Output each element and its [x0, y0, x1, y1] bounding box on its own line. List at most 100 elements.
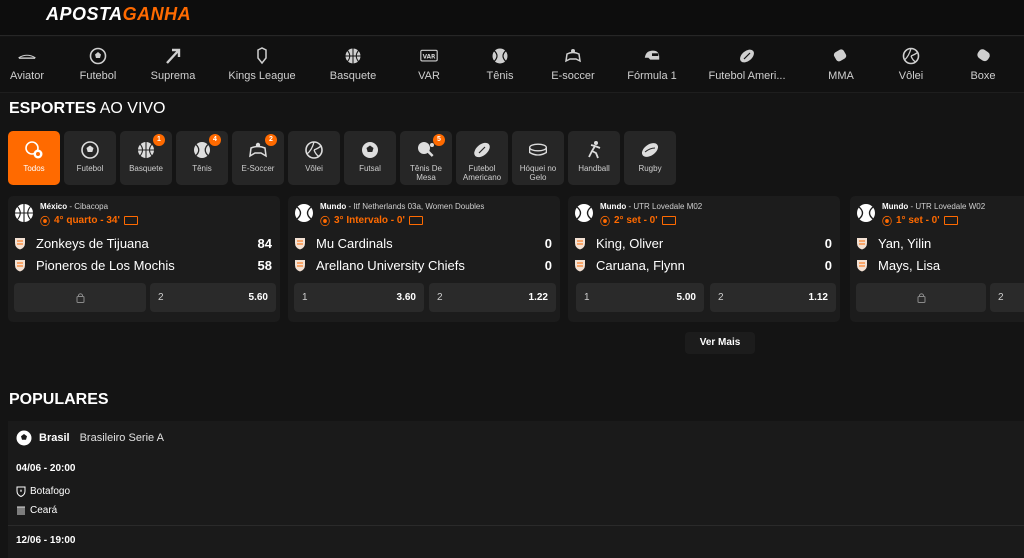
var-icon: VAR: [420, 47, 438, 65]
live-indicator-icon: ⦿: [882, 217, 892, 228]
live-stream-icon[interactable]: [123, 216, 138, 225]
odd-button[interactable]: 2 1.22: [429, 283, 556, 312]
chip-tenis-de-mesa[interactable]: Tênis De Mesa 5: [400, 131, 452, 185]
match-league: Mundo - UTR Lovedale W02: [882, 202, 986, 211]
nav-item-formula-1[interactable]: Fórmula 1: [624, 37, 680, 93]
chip-handball[interactable]: Handball: [568, 131, 620, 185]
basketball-icon: [15, 204, 33, 222]
live-count-badge: 2: [265, 134, 277, 146]
american-football-icon: [472, 140, 492, 160]
lock-icon: [917, 293, 925, 303]
chip-volei[interactable]: Vôlei: [288, 131, 340, 185]
team-shield-icon: [857, 259, 867, 271]
chip-rugby[interactable]: Rugby: [624, 131, 676, 185]
arrow-up-icon: [164, 47, 182, 65]
soccer-ball-icon: [89, 47, 107, 65]
live-count-badge: 4: [209, 134, 221, 146]
nav-item-mma[interactable]: MMA: [824, 37, 858, 93]
odd-button[interactable]: 2 5.60: [150, 283, 276, 312]
chip-todos[interactable]: Todos: [8, 131, 60, 185]
basketball-icon: [344, 47, 362, 65]
gamepad-icon: [564, 47, 582, 65]
chip-futebol[interactable]: Futebol: [64, 131, 116, 185]
futsal-ball-icon: [360, 140, 380, 160]
team-score: 58: [257, 257, 272, 273]
soccer-ball-icon: [16, 430, 32, 446]
nav-item-tenis[interactable]: Tênis: [484, 37, 516, 93]
match-time: ⦿ 2° set - 0': [600, 213, 676, 228]
odd-button-locked[interactable]: [856, 283, 986, 312]
chip-e-soccer[interactable]: E-Soccer 2: [232, 131, 284, 185]
team-score: 84: [257, 235, 272, 251]
nav-item-suprema[interactable]: Suprema: [148, 37, 198, 93]
live-match-card[interactable]: Mundo - UTR Lovedale M02 ⦿ 2° set - 0' Ki…: [568, 196, 840, 322]
live-match-card[interactable]: Mundo - UTR Lovedale W02 ⦿ 1° set - 0' Ya…: [850, 196, 1024, 322]
live-count-badge: 1: [153, 134, 165, 146]
match-league: México - Cibacopa: [40, 202, 109, 211]
odd-button[interactable]: 2: [990, 283, 1024, 312]
team-row: Mu Cardinals 0: [294, 234, 552, 252]
team-shield-icon: [857, 237, 867, 249]
team-score: 0: [824, 235, 832, 251]
divider: [8, 525, 1024, 526]
chip-futebol-americano[interactable]: Futebol Americano: [456, 131, 508, 185]
live-match-card[interactable]: México - Cibacopa ⦿ 4° quarto - 34' Zonke…: [8, 196, 280, 322]
soccer-ball-icon: [80, 140, 100, 160]
hockey-puck-icon: [528, 140, 548, 160]
sports-nav: Aviator Futebol Suprema Kings League Bas…: [0, 37, 1024, 93]
nav-item-aviator[interactable]: Aviator: [8, 37, 46, 93]
nav-item-futebol[interactable]: Futebol: [76, 37, 120, 93]
nav-item-futebol-americano[interactable]: Futebol Ameri...: [706, 37, 788, 93]
odd-button[interactable]: 1 5.00: [576, 283, 704, 312]
match-time: ⦿ 3° Intervalo - 0': [320, 213, 423, 228]
tennis-ball-icon: [491, 47, 509, 65]
live-stream-icon[interactable]: [943, 216, 958, 225]
popular-panel: Brasil Brasileiro Serie A 04/06 - 20:00 …: [8, 421, 1024, 558]
top-bar: APOSTAGANHA: [0, 0, 1024, 36]
team-shield-icon: [295, 237, 305, 249]
nav-item-basquete[interactable]: Basquete: [326, 37, 380, 93]
nav-item-boxe[interactable]: Boxe: [966, 37, 1000, 93]
live-indicator-icon: ⦿: [40, 217, 50, 228]
tennis-ball-icon: [857, 204, 875, 222]
chip-tenis[interactable]: Tênis 4: [176, 131, 228, 185]
live-stream-icon[interactable]: [408, 216, 423, 225]
odd-button-locked[interactable]: [14, 283, 146, 312]
team-shield-icon: [575, 259, 585, 271]
see-more-button[interactable]: Ver Mais: [685, 332, 755, 354]
lock-icon: [76, 293, 84, 303]
boxing-glove-icon: [974, 47, 992, 65]
team-row: Pioneros de Los Mochis 58: [14, 256, 272, 274]
team-shield-icon: [575, 237, 585, 249]
brand-logo[interactable]: APOSTAGANHA: [46, 4, 191, 25]
chip-futsal[interactable]: Futsal: [344, 131, 396, 185]
nav-item-e-soccer[interactable]: E-soccer: [548, 37, 598, 93]
team-shield-icon: [15, 259, 25, 271]
rugby-ball-icon: [640, 140, 660, 160]
team-score: 0: [824, 257, 832, 273]
live-indicator-icon: ⦿: [600, 217, 610, 228]
team-score: 0: [544, 257, 552, 273]
game-date: 12/06 - 19:00: [16, 535, 76, 546]
american-football-icon: [738, 47, 756, 65]
live-count-badge: 5: [433, 134, 445, 146]
kings-league-icon: [253, 47, 271, 65]
nav-item-var[interactable]: VAR VAR: [412, 37, 446, 93]
odd-button[interactable]: 2 1.12: [710, 283, 836, 312]
odd-button[interactable]: 1 3.60: [294, 283, 424, 312]
nav-item-kings-league[interactable]: Kings League: [226, 37, 298, 93]
team-row[interactable]: Botafogo: [16, 486, 70, 497]
live-stream-icon[interactable]: [661, 216, 676, 225]
tennis-ball-icon: [575, 204, 593, 222]
glove-icon: [832, 47, 850, 65]
team-row[interactable]: Ceará: [16, 505, 57, 516]
nav-item-volei[interactable]: Vôlei: [896, 37, 926, 93]
volleyball-icon: [902, 47, 920, 65]
svg-text:VAR: VAR: [423, 54, 436, 60]
live-match-card[interactable]: Mundo - Itf Netherlands 03a, Women Doubl…: [288, 196, 560, 322]
popular-league-header[interactable]: Brasil Brasileiro Serie A: [16, 430, 164, 446]
chip-basquete[interactable]: Basquete 1: [120, 131, 172, 185]
chip-hoquei-no-gelo[interactable]: Hóquei no Gelo: [512, 131, 564, 185]
app-root: APOSTAGANHA Aviator Futebol Suprema King…: [0, 0, 1024, 558]
plane-icon: [18, 47, 36, 65]
